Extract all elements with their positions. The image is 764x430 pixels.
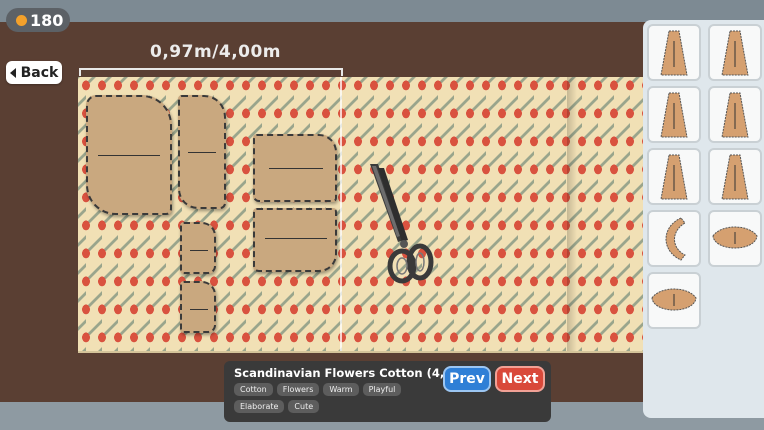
skirt-panel-icon [660,30,688,75]
fabric-tag: Flowers [276,383,320,396]
back-label: Back [20,64,59,81]
fabric-info-panel: Scandinavian Flowers Cotton (4,0m) Cotto… [224,361,551,422]
coin-amount: 180 [30,10,64,30]
inventory-slot[interactable] [708,210,762,267]
length-ruler [79,68,343,76]
inventory-slot[interactable] [647,148,701,205]
collar-piece-icon [712,226,758,248]
skirt-panel-icon [721,154,749,199]
next-button[interactable]: Next [495,366,545,392]
collar-piece-icon [651,288,697,310]
fabric-length-readout: 0,97m/4,00m [150,42,282,62]
inventory-slot[interactable] [708,148,762,205]
pattern-piece-sleeve-a[interactable] [253,134,337,202]
inventory-slot[interactable] [647,272,701,329]
coin-icon [16,14,27,26]
fabric-tag: Playful [362,383,402,396]
pattern-piece-inventory [643,20,764,418]
grain-line [190,250,208,251]
pattern-piece-facing-b[interactable] [180,281,216,333]
skirt-panel-icon [721,92,749,137]
inventory-slot[interactable] [647,24,701,81]
fabric-tag: Warm [323,383,359,396]
fabric-tag: Cute [288,400,320,413]
pattern-piece-front[interactable] [178,95,226,209]
grain-line [98,155,160,156]
grain-line [265,238,327,239]
inventory-slot[interactable] [708,86,762,143]
pattern-piece-sleeve-b[interactable] [253,208,337,272]
inventory-slot[interactable] [647,86,701,143]
pattern-piece-facing-a[interactable] [180,222,216,274]
skirt-panel-icon [660,154,688,199]
curved-strip-icon [665,216,686,261]
coin-counter: 180 [6,8,70,32]
prev-button[interactable]: Prev [443,366,491,392]
fabric-tag: Elaborate [234,400,285,413]
fabric-tags: Cotton Flowers Warm Playful Elaborate Cu… [234,383,434,413]
back-button[interactable]: Back [6,61,62,84]
pattern-piece-back[interactable] [86,95,172,215]
fabric-name: Scandinavian Flowers Cotton (4,0m) [234,366,470,380]
fabric-tag: Cotton [234,383,273,396]
grain-line [190,309,208,310]
top-bar [0,0,764,22]
fabric-roll-fold [567,77,577,351]
scissors-icon[interactable] [364,162,436,284]
grain-line [188,152,216,153]
inventory-slot[interactable] [708,24,762,81]
chevron-left-icon [9,67,16,78]
cut-line-marker[interactable] [340,77,342,351]
inventory-slot[interactable] [647,210,701,267]
grain-line [269,168,323,169]
skirt-panel-icon [660,92,688,137]
skirt-panel-icon [721,30,749,75]
